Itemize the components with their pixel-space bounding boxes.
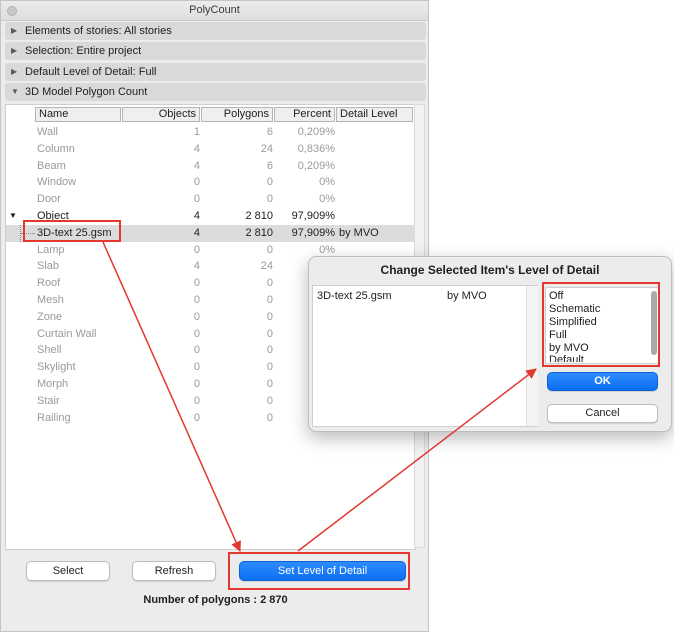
cell-percent: 97,909% <box>291 210 335 222</box>
cell-name: Beam <box>37 159 66 172</box>
cell-objects: 0 <box>193 378 200 390</box>
polygon-total-label: Number of polygons : 2 870 <box>143 594 288 606</box>
cell-objects: 0 <box>193 243 200 256</box>
cell-name: Railing <box>37 411 71 424</box>
cell-percent: 0,836% <box>297 142 335 155</box>
cell-percent: 0% <box>319 243 335 256</box>
cell-name: Roof <box>37 277 61 290</box>
table-row[interactable]: Column 4 24 0,836% <box>6 141 415 158</box>
section-elements-of-stories[interactable]: ▶ Elements of stories: All stories <box>5 22 426 40</box>
cell-objects: 1 <box>193 126 200 138</box>
disclosure-triangle-collapsed-icon[interactable]: ▶ <box>11 26 17 35</box>
cell-name: Mesh <box>37 294 64 306</box>
cell-objects: 0 <box>193 193 200 206</box>
section-default-level-of-detail[interactable]: ▶ Default Level of Detail: Full <box>5 63 426 81</box>
section-label: Elements of stories: All stories <box>25 25 172 37</box>
cell-polygons: 0 <box>266 193 273 206</box>
annotation-highlight-options <box>542 282 660 367</box>
select-button[interactable]: Select <box>26 561 110 581</box>
column-header-detail-level[interactable]: Detail Level <box>336 107 413 122</box>
section-label: 3D Model Polygon Count <box>25 86 148 98</box>
cell-polygons: 0 <box>266 176 273 189</box>
disclosure-triangle-collapsed-icon[interactable]: ▶ <box>11 67 17 76</box>
selected-items-list[interactable]: 3D-text 25.gsm by MVO <box>312 285 538 427</box>
table-row[interactable]: Wall 1 6 0,209% <box>6 124 415 141</box>
cell-percent: 0% <box>319 176 335 189</box>
section-label: Selection: Entire project <box>25 45 142 57</box>
cell-polygons: 0 <box>266 394 273 407</box>
cell-polygons: 24 <box>260 260 273 273</box>
cell-name: Column <box>37 142 75 155</box>
cell-objects: 0 <box>193 394 200 407</box>
cancel-button[interactable]: Cancel <box>547 404 658 423</box>
cell-objects: 4 <box>193 159 200 172</box>
list-item-level: by MVO <box>447 290 487 302</box>
cell-polygons: 0 <box>266 411 273 424</box>
cell-polygons: 6 <box>266 159 273 172</box>
window-title: PolyCount <box>189 4 240 16</box>
cell-objects: 0 <box>193 294 200 306</box>
cell-name: Door <box>37 193 61 206</box>
cell-polygons: 0 <box>266 378 273 390</box>
table-row[interactable]: Beam 4 6 0,209% <box>6 158 415 175</box>
table-row[interactable]: Window 0 0 0% <box>6 174 415 191</box>
cell-polygons: 0 <box>266 277 273 290</box>
cell-name: Skylight <box>37 361 76 374</box>
cell-polygons: 0 <box>266 310 273 323</box>
cell-objects: 0 <box>193 277 200 290</box>
cell-polygons: 0 <box>266 344 273 357</box>
cell-name: Morph <box>37 378 69 390</box>
cell-objects: 0 <box>193 310 200 323</box>
cell-name: Curtain Wall <box>37 327 97 340</box>
cell-percent: 0,209% <box>297 159 335 172</box>
cell-percent: 0,209% <box>297 126 335 138</box>
cell-objects: 4 <box>193 260 200 273</box>
disclosure-triangle-collapsed-icon[interactable]: ▶ <box>11 46 17 55</box>
cell-objects: 0 <box>193 411 200 424</box>
cell-detail-level: by MVO <box>339 226 379 239</box>
section-3d-model-polygon-count[interactable]: ▼ 3D Model Polygon Count <box>5 83 426 101</box>
column-header-objects[interactable]: Objects <box>122 107 200 122</box>
cell-polygons: 0 <box>266 294 273 306</box>
cell-name: Wall <box>37 126 58 138</box>
cell-name: Zone <box>37 310 63 323</box>
cell-polygons: 6 <box>266 126 273 138</box>
cell-objects: 4 <box>193 142 200 155</box>
cell-name: Shell <box>37 344 62 357</box>
cell-name: Lamp <box>37 243 65 256</box>
section-label: Default Level of Detail: Full <box>25 66 157 78</box>
tree-expand-triangle-icon[interactable]: ▼ <box>9 211 17 220</box>
window-titlebar[interactable]: PolyCount <box>1 1 428 21</box>
annotation-highlight-set-lod-button <box>228 552 410 590</box>
cell-polygons: 0 <box>266 327 273 340</box>
cell-objects: 4 <box>193 210 200 222</box>
cell-polygons: 2 810 <box>245 226 273 239</box>
dialog-title: Change Selected Item's Level of Detail <box>380 263 600 277</box>
cell-name: Window <box>37 176 77 189</box>
cell-objects: 0 <box>193 327 200 340</box>
list-scrollbar[interactable] <box>526 286 538 426</box>
cell-polygons: 2 810 <box>245 210 273 222</box>
column-header-polygons[interactable]: Polygons <box>201 107 273 122</box>
list-item-name[interactable]: 3D-text 25.gsm <box>317 290 392 302</box>
cell-objects: 0 <box>193 361 200 374</box>
cell-objects: 4 <box>193 226 200 239</box>
refresh-button[interactable]: Refresh <box>132 561 216 581</box>
ok-button[interactable]: OK <box>547 372 658 391</box>
cell-name: Stair <box>37 394 60 407</box>
cell-objects: 0 <box>193 176 200 189</box>
cell-polygons: 0 <box>266 361 273 374</box>
cell-objects: 0 <box>193 344 200 357</box>
column-header-percent[interactable]: Percent <box>274 107 335 122</box>
cell-polygons: 0 <box>266 243 273 256</box>
annotation-highlight-selected-row <box>23 220 121 242</box>
section-selection[interactable]: ▶ Selection: Entire project <box>5 42 426 60</box>
cell-percent: 97,909% <box>291 226 335 239</box>
column-header-name[interactable]: Name <box>35 107 121 122</box>
cell-polygons: 24 <box>260 142 273 155</box>
disclosure-triangle-expanded-icon[interactable]: ▼ <box>11 87 19 96</box>
table-row[interactable]: Door 0 0 0% <box>6 191 415 208</box>
cell-name: Slab <box>37 260 60 273</box>
cell-percent: 0% <box>319 193 335 206</box>
